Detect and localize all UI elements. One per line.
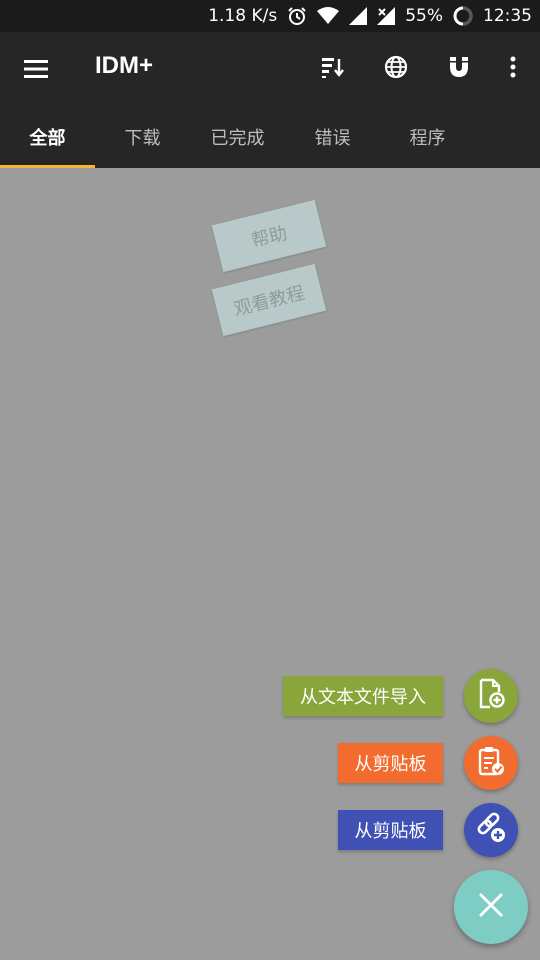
- tab-completed[interactable]: 已完成: [190, 106, 285, 168]
- wifi-icon: [317, 7, 340, 25]
- close-icon: [477, 891, 505, 923]
- clock: 12:35: [483, 6, 532, 26]
- sort-icon: [320, 55, 346, 83]
- tab-downloading[interactable]: 下载: [95, 106, 190, 168]
- help-sticker[interactable]: 帮助: [211, 199, 327, 273]
- app-title: IDM+: [95, 52, 154, 79]
- magnet-button[interactable]: [444, 54, 474, 84]
- import-text-file-button[interactable]: [464, 669, 518, 723]
- add-link-button[interactable]: [464, 803, 518, 857]
- clipboard-check-icon: [476, 745, 506, 781]
- globe-icon: [383, 54, 409, 84]
- more-vertical-icon: [509, 55, 517, 83]
- close-fab-button[interactable]: [454, 870, 528, 944]
- from-clipboard-link-label[interactable]: 从剪贴板: [338, 810, 443, 850]
- alarm-icon: [287, 6, 307, 26]
- tab-programs[interactable]: 程序: [380, 106, 475, 168]
- from-clipboard-button[interactable]: [464, 736, 518, 790]
- status-bar: 1.18 K/s 55% 12:35: [0, 0, 540, 32]
- file-import-icon: [476, 678, 506, 714]
- tab-all[interactable]: 全部: [0, 106, 95, 168]
- magnet-icon: [446, 54, 472, 84]
- battery-icon: [453, 6, 473, 26]
- tab-error[interactable]: 错误: [285, 106, 380, 168]
- import-text-file-label[interactable]: 从文本文件导入: [283, 676, 443, 716]
- tab-bar: 全部 下载 已完成 错误 程序: [0, 106, 540, 168]
- link-add-icon: [475, 812, 507, 848]
- battery-percent: 55%: [405, 6, 443, 26]
- network-speed: 1.18 K/s: [208, 6, 278, 26]
- app-bar: IDM+: [0, 32, 540, 106]
- signal-no-sim-icon: [377, 7, 396, 25]
- browser-button[interactable]: [381, 54, 411, 84]
- more-options-button[interactable]: [498, 54, 528, 84]
- watch-tutorial-sticker[interactable]: 观看教程: [211, 263, 327, 337]
- from-clipboard-label[interactable]: 从剪贴板: [338, 743, 443, 783]
- sort-button[interactable]: [318, 54, 348, 84]
- signal-icon: [349, 7, 368, 25]
- hamburger-icon[interactable]: [22, 57, 50, 81]
